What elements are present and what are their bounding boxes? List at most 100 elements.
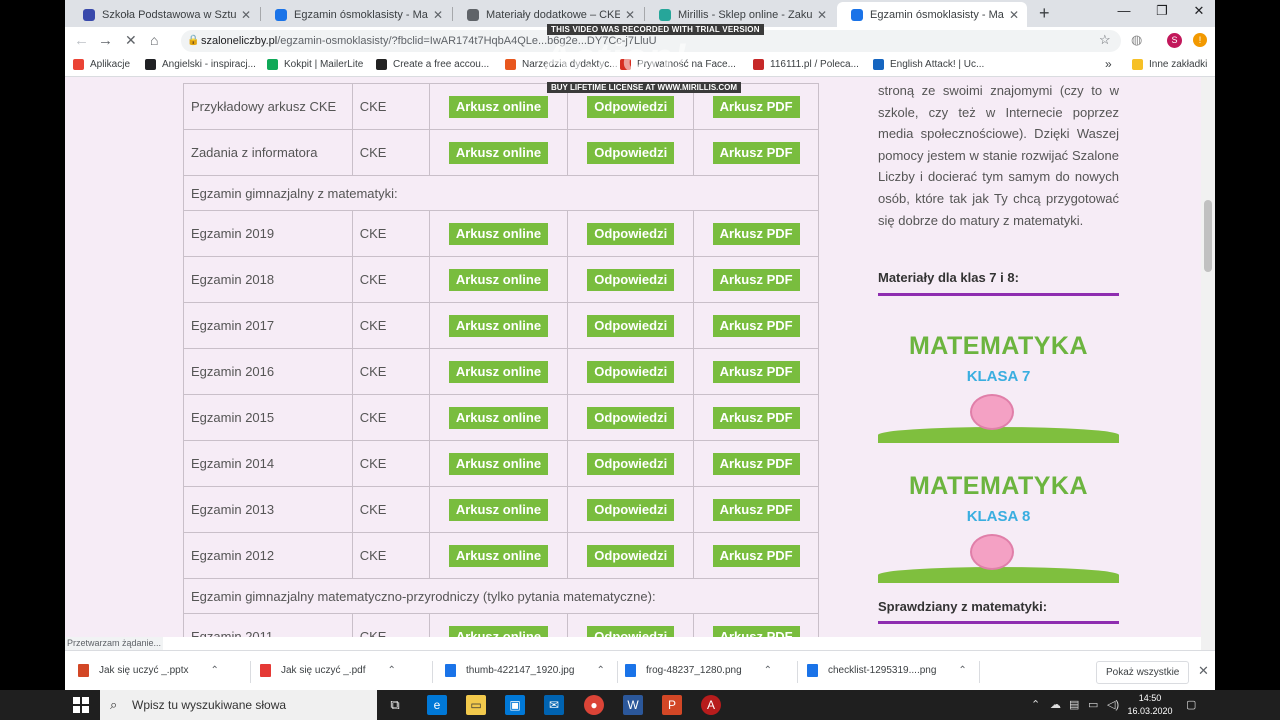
mail-icon[interactable]: ✉ <box>544 695 564 715</box>
tray-chevron-icon[interactable]: ⌃ <box>1031 698 1040 711</box>
bookmark-item[interactable]: Kokpit | MailerLite <box>267 59 363 70</box>
answers-button[interactable]: Odpowiedzi <box>587 222 675 245</box>
browser-tab[interactable]: Szkoła Podstawowa w Sztutowie ✕ <box>69 2 259 27</box>
browser-tab[interactable]: Egzamin ósmoklasisty - Matemat ✕ <box>837 2 1027 27</box>
download-separator <box>250 661 251 683</box>
pdf-sheet-button[interactable]: Arkusz PDF <box>712 544 800 567</box>
cloud-icon[interactable]: ☁ <box>1050 698 1061 711</box>
online-sheet-button[interactable]: Arkusz online <box>448 625 549 637</box>
chevron-up-icon[interactable]: ⌃ <box>387 665 395 676</box>
file-explorer-icon[interactable]: ▭ <box>466 695 486 715</box>
pdf-sheet-button[interactable]: Arkusz PDF <box>712 95 800 118</box>
download-item[interactable]: frog-48237_1280.png ⌃ <box>625 664 772 677</box>
answers-button[interactable]: Odpowiedzi <box>587 141 675 164</box>
online-sheet-button[interactable]: Arkusz online <box>448 95 549 118</box>
pdf-sheet-button[interactable]: Arkusz PDF <box>712 498 800 521</box>
edge-icon[interactable]: e <box>427 695 447 715</box>
forward-icon[interactable]: → <box>98 32 113 49</box>
store-icon[interactable]: ▣ <box>505 695 525 715</box>
restore-button[interactable]: ❐ <box>1147 3 1177 19</box>
scrollbar-thumb[interactable] <box>1204 200 1212 272</box>
bookmark-item[interactable]: Create a free accou... <box>376 59 489 70</box>
home-icon[interactable]: ⌂ <box>150 32 158 48</box>
answers-button[interactable]: Odpowiedzi <box>587 360 675 383</box>
profile-avatar-icon[interactable]: S <box>1167 33 1182 48</box>
answers-button[interactable]: Odpowiedzi <box>587 95 675 118</box>
online-sheet-button[interactable]: Arkusz online <box>448 498 549 521</box>
battery-icon[interactable]: ▭ <box>1088 698 1098 711</box>
online-sheet-button[interactable]: Arkusz online <box>448 268 549 291</box>
notifications-icon[interactable]: ▢ <box>1186 698 1196 711</box>
close-downloads-icon[interactable]: ✕ <box>1198 663 1209 679</box>
stop-loading-icon[interactable]: ✕ <box>125 32 137 49</box>
page-scrollbar[interactable] <box>1201 77 1215 650</box>
network-icon[interactable]: ▤ <box>1069 698 1079 711</box>
pdf-sheet-button[interactable]: Arkusz PDF <box>712 314 800 337</box>
powerpoint-icon[interactable]: P <box>662 695 682 715</box>
answers-button[interactable]: Odpowiedzi <box>587 498 675 521</box>
online-sheet-button[interactable]: Arkusz online <box>448 544 549 567</box>
pdf-sheet-button[interactable]: Arkusz PDF <box>712 268 800 291</box>
bookmarks-overflow-icon[interactable]: » <box>1105 57 1112 71</box>
chevron-up-icon[interactable]: ⌃ <box>764 665 772 676</box>
action-recorder-icon[interactable]: A <box>701 695 721 715</box>
tab-close-icon[interactable]: ✕ <box>625 8 635 22</box>
pdf-sheet-button[interactable]: Arkusz PDF <box>712 625 800 637</box>
online-sheet-button[interactable]: Arkusz online <box>448 141 549 164</box>
other-bookmarks[interactable]: Inne zakładki <box>1132 59 1207 70</box>
update-alert-icon[interactable]: ! <box>1193 33 1207 47</box>
pdf-sheet-button[interactable]: Arkusz PDF <box>712 141 800 164</box>
pdf-sheet-button[interactable]: Arkusz PDF <box>712 222 800 245</box>
bookmark-item[interactable]: 116111.pl / Poleca... <box>753 59 859 70</box>
download-item[interactable]: Jak się uczyć _.pdf ⌃ <box>260 664 396 677</box>
online-sheet-button[interactable]: Arkusz online <box>448 360 549 383</box>
pdf-sheet-button[interactable]: Arkusz PDF <box>712 406 800 429</box>
download-item[interactable]: checklist-1295319....png ⌃ <box>807 664 967 677</box>
material-card-klasa-7[interactable]: MATEMATYKA KLASA 7 <box>878 332 1119 450</box>
answers-button[interactable]: Odpowiedzi <box>587 314 675 337</box>
taskbar-search[interactable]: ⌕ Wpisz tu wyszukiwane słowa <box>100 690 377 720</box>
windows-start-icon[interactable] <box>73 697 89 713</box>
tab-close-icon[interactable]: ✕ <box>241 8 251 22</box>
back-icon[interactable]: ← <box>74 32 89 49</box>
pdf-sheet-button[interactable]: Arkusz PDF <box>712 452 800 475</box>
minimize-button[interactable]: — <box>1109 3 1139 18</box>
chevron-up-icon[interactable]: ⌃ <box>596 665 604 676</box>
bookmark-item[interactable]: English Attack! | Uc... <box>873 59 984 70</box>
volume-icon[interactable]: ◁) <box>1107 698 1119 711</box>
answers-button[interactable]: Odpowiedzi <box>587 268 675 291</box>
bookmark-item[interactable]: Aplikacje <box>73 59 130 70</box>
chevron-up-icon[interactable]: ⌃ <box>210 665 218 676</box>
browser-tab[interactable]: Egzamin ósmoklasisty - Matemat ✕ <box>261 2 451 27</box>
new-tab-button[interactable]: + <box>1039 3 1050 24</box>
brain-mascot-icon <box>970 534 1014 570</box>
show-all-downloads-button[interactable]: Pokaż wszystkie <box>1096 661 1190 684</box>
download-item[interactable]: Jak się uczyć _.pptx ⌃ <box>78 664 219 677</box>
tab-close-icon[interactable]: ✕ <box>817 8 827 22</box>
online-sheet-button[interactable]: Arkusz online <box>448 314 549 337</box>
word-icon[interactable]: W <box>623 695 643 715</box>
answers-button[interactable]: Odpowiedzi <box>587 625 675 637</box>
tab-close-icon[interactable]: ✕ <box>433 8 443 22</box>
bookmark-star-icon[interactable]: ☆ <box>1099 32 1111 48</box>
online-sheet-button[interactable]: Arkusz online <box>448 406 549 429</box>
table-section-row: Egzamin gimnazjalny z matematyki: <box>183 175 819 211</box>
close-window-button[interactable]: ✕ <box>1184 3 1214 19</box>
clock[interactable]: 14:50 16.03.2020 <box>1125 692 1175 718</box>
pdf-sheet-button[interactable]: Arkusz PDF <box>712 360 800 383</box>
download-filename: thumb-422147_1920.jpg <box>466 665 575 676</box>
exam-source: CKE <box>351 394 430 441</box>
online-sheet-button[interactable]: Arkusz online <box>448 452 549 475</box>
chevron-up-icon[interactable]: ⌃ <box>958 665 966 676</box>
bookmark-item[interactable]: Angielski - inspiracj... <box>145 59 256 70</box>
task-view-icon[interactable]: ⧉ <box>385 695 405 715</box>
tab-close-icon[interactable]: ✕ <box>1009 8 1019 22</box>
chrome-icon[interactable]: ● <box>584 695 604 715</box>
material-card-klasa-8[interactable]: MATEMATYKA KLASA 8 <box>878 472 1119 590</box>
answers-button[interactable]: Odpowiedzi <box>587 406 675 429</box>
answers-button[interactable]: Odpowiedzi <box>587 544 675 567</box>
extension-icon[interactable]: ◍ <box>1131 32 1142 48</box>
online-sheet-button[interactable]: Arkusz online <box>448 222 549 245</box>
answers-button[interactable]: Odpowiedzi <box>587 452 675 475</box>
download-item[interactable]: thumb-422147_1920.jpg ⌃ <box>445 664 605 677</box>
